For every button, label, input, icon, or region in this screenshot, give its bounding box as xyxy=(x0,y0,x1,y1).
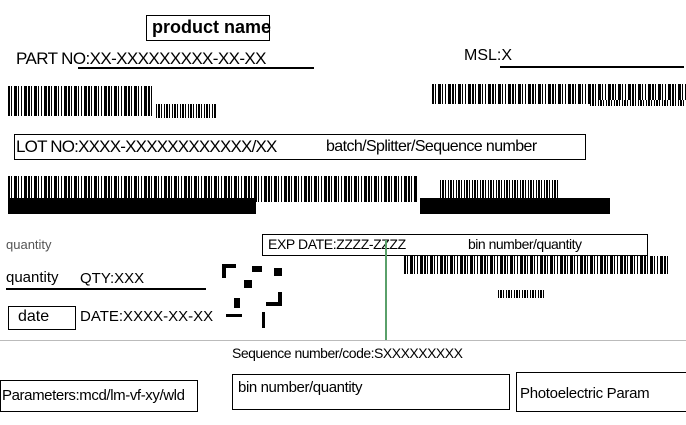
batch-barcode xyxy=(440,180,560,200)
batch-barcode-bar xyxy=(420,198,610,214)
product-name: product name xyxy=(152,17,272,37)
part-number-barcode-tail xyxy=(156,104,216,118)
bin-barcode-sub xyxy=(498,290,546,298)
column-divider xyxy=(385,240,387,340)
bin-number-quantity-label: bin number/quantity xyxy=(468,236,582,252)
part-number: PART NO:XX-XXXXXXXXX-XX-XX xyxy=(16,49,266,68)
part-number-barcode xyxy=(8,86,154,116)
msl-barcode-sub xyxy=(590,100,686,106)
lot-barcode-bar xyxy=(8,198,256,214)
date-value: DATE:XXXX-XX-XX xyxy=(80,308,214,325)
lot-number: LOT NO:XXXX-XXXXXXXXXXXX/XX xyxy=(16,137,277,156)
bin-barcode xyxy=(404,256,670,274)
part-number-underline xyxy=(78,67,314,69)
sequence-rule xyxy=(0,340,686,341)
date-label: date xyxy=(18,308,50,325)
quantity-caption: quantity xyxy=(6,237,52,252)
msl-level: MSL:X xyxy=(464,47,513,64)
quantity-underline xyxy=(6,288,206,290)
parameters-text: Parameters:mcd/lm-vf-xy/wld xyxy=(2,387,185,404)
msl-underline xyxy=(500,66,684,68)
sequence-code: Sequence number/code:SXXXXXXXXX xyxy=(232,345,463,361)
quantity-label: quantity xyxy=(6,269,59,286)
batch-splitter-sequence-label: batch/Splitter/Sequence number xyxy=(326,138,537,155)
photoelectric-parameters: Photoelectric Param xyxy=(520,385,650,402)
quantity-value: QTY:XXX xyxy=(80,270,145,287)
bin-quantity-text: bin number/quantity xyxy=(238,379,363,396)
qr-code xyxy=(222,262,288,328)
